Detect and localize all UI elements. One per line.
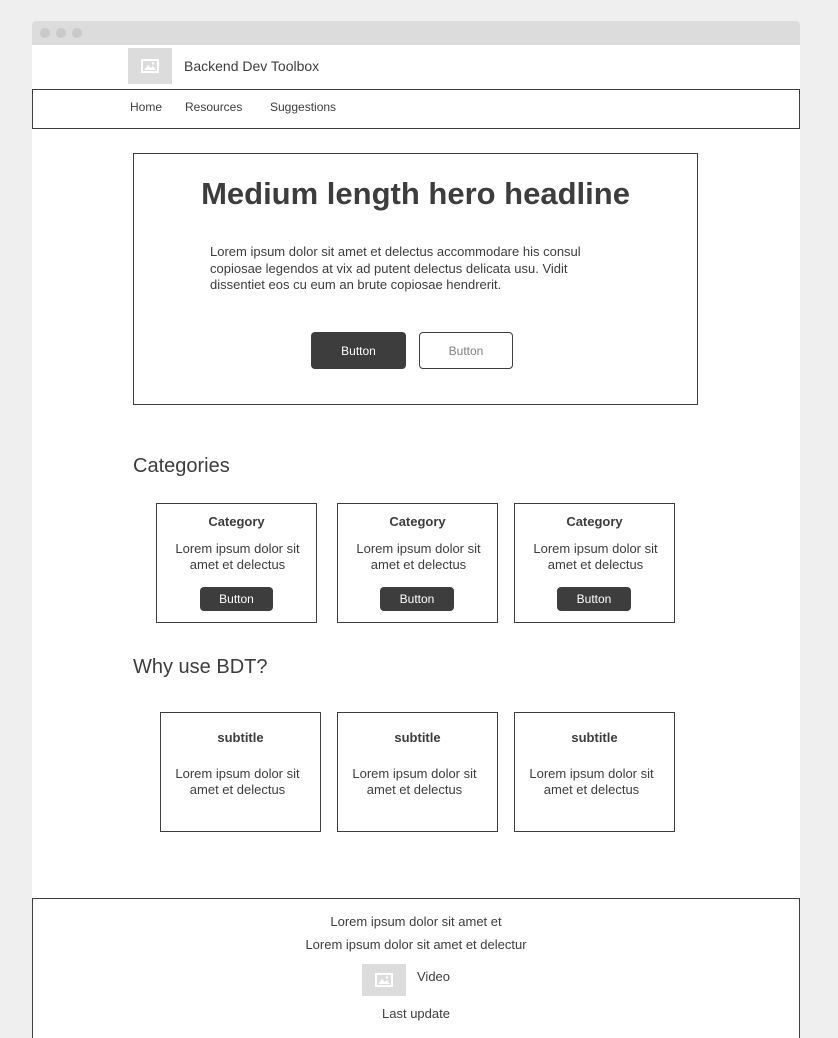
nav-item-suggestions[interactable]: Suggestions (270, 100, 336, 114)
window-close-dot[interactable] (40, 28, 50, 38)
feature-card-text: Lorem ipsum dolor sit amet et delectus (175, 766, 300, 797)
footer: Lorem ipsum dolor sit amet et Lorem ipsu… (32, 898, 800, 1038)
categories-heading: Categories (133, 455, 230, 477)
logo-image-placeholder-icon (128, 48, 172, 84)
category-card-button[interactable]: Button (200, 587, 273, 611)
nav-item-home[interactable]: Home (130, 100, 162, 114)
category-card-text: Lorem ipsum dolor sit amet et delectus (175, 541, 300, 572)
footer-line-1: Lorem ipsum dolor sit amet et (330, 914, 502, 929)
hero-section: Medium length hero headline Lorem ipsum … (133, 153, 698, 405)
hero-secondary-button[interactable]: Button (419, 332, 513, 369)
window-maximize-dot[interactable] (72, 28, 82, 38)
brand-name: Backend Dev Toolbox (184, 58, 320, 74)
why-heading: Why use BDT? (133, 656, 268, 678)
feature-card-subtitle: subtitle (217, 730, 264, 745)
category-card-text: Lorem ipsum dolor sit amet et delectus (356, 541, 481, 572)
hero-body-text: Lorem ipsum dolor sit amet et delectus a… (210, 244, 581, 292)
feature-card-text: Lorem ipsum dolor sit amet et delectus (352, 766, 477, 797)
feature-card: subtitle Lorem ipsum dolor sit amet et d… (337, 712, 498, 832)
category-card: Category Lorem ipsum dolor sit amet et d… (514, 503, 675, 623)
feature-card: subtitle Lorem ipsum dolor sit amet et d… (160, 712, 321, 832)
category-card-text: Lorem ipsum dolor sit amet et delectus (533, 541, 658, 572)
feature-card-text: Lorem ipsum dolor sit amet et delectus (529, 766, 654, 797)
footer-line-2: Lorem ipsum dolor sit amet et delectur (305, 937, 527, 952)
category-card: Category Lorem ipsum dolor sit amet et d… (156, 503, 317, 623)
feature-card-subtitle: subtitle (571, 730, 618, 745)
window-titlebar (32, 21, 800, 45)
category-card-title: Category (208, 514, 265, 529)
browser-window: Backend Dev Toolbox Home Resources Sugge… (32, 21, 800, 1038)
feature-card: subtitle Lorem ipsum dolor sit amet et d… (514, 712, 675, 832)
category-card-title: Category (566, 514, 623, 529)
category-card: Category Lorem ipsum dolor sit amet et d… (337, 503, 498, 623)
hero-headline: Medium length hero headline (201, 176, 630, 211)
nav-item-resources[interactable]: Resources (185, 100, 242, 114)
nav-bar: Home Resources Suggestions (32, 89, 800, 129)
hero-primary-button[interactable]: Button (311, 332, 406, 369)
category-card-button[interactable]: Button (380, 587, 454, 611)
footer-last-update: Last update (382, 1006, 450, 1021)
window-minimize-dot[interactable] (56, 28, 66, 38)
category-card-title: Category (389, 514, 446, 529)
feature-card-subtitle: subtitle (394, 730, 441, 745)
video-image-placeholder-icon[interactable] (362, 964, 406, 996)
category-card-button[interactable]: Button (557, 587, 631, 611)
footer-video-label[interactable]: Video (417, 969, 450, 984)
